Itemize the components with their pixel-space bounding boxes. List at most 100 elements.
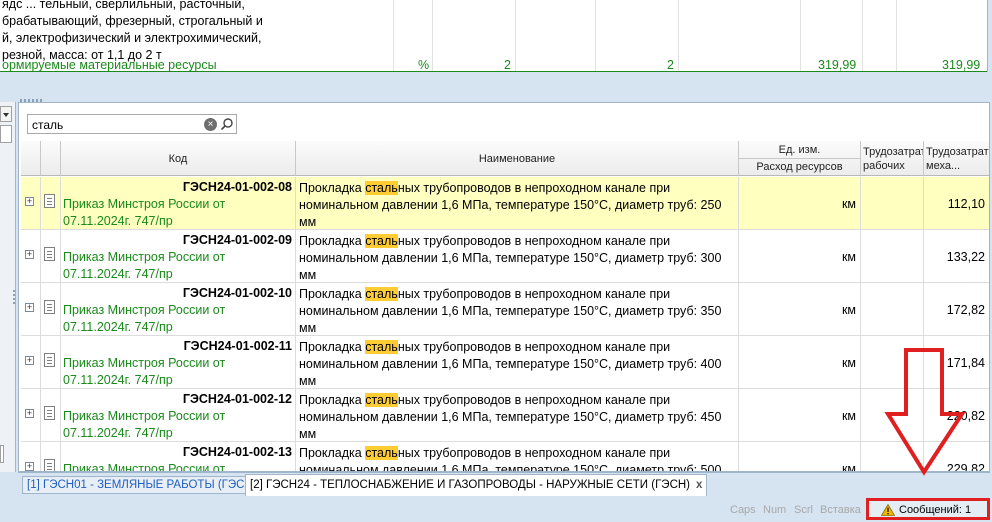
warning-icon bbox=[881, 504, 895, 516]
expand-icon[interactable]: + bbox=[25, 462, 34, 471]
labor-workers-cell[interactable] bbox=[861, 283, 924, 336]
table-row[interactable]: + ГЭСН24-01-002-11 Приказ Минстроя Росси… bbox=[21, 336, 989, 389]
expand-cell[interactable]: + bbox=[21, 230, 41, 283]
left-dropdown-button[interactable] bbox=[0, 106, 12, 122]
row-order: Приказ Минстроя России от 07.11.2024г. 7… bbox=[63, 356, 226, 387]
labor-mach-cell[interactable]: 133,22 bbox=[924, 230, 989, 283]
labor-mach-cell[interactable]: 112,10 bbox=[924, 177, 989, 230]
table-row[interactable]: + ГЭСН24-01-002-09 Приказ Минстроя Росси… bbox=[21, 230, 989, 283]
name-cell[interactable]: Прокладка стальных трубопроводов в непро… bbox=[296, 177, 739, 230]
code-cell[interactable]: ГЭСН24-01-002-09 Приказ Минстроя России … bbox=[61, 230, 296, 283]
labor-mach-cell[interactable]: 229,82 bbox=[924, 442, 989, 471]
tab-gesn24[interactable]: [2] ГЭСН24 - ТЕПЛОСНАБЖЕНИЕ И ГАЗОПРОВОД… bbox=[245, 474, 708, 496]
code-cell[interactable]: ГЭСН24-01-002-13 Приказ Минстроя России … bbox=[61, 442, 296, 471]
expand-cell[interactable]: + bbox=[21, 389, 41, 442]
document-icon bbox=[44, 406, 55, 420]
doc-cell bbox=[41, 177, 61, 230]
unit-cell[interactable]: км bbox=[739, 283, 861, 336]
name-cell[interactable]: Прокладка стальных трубопроводов в непро… bbox=[296, 283, 739, 336]
expand-icon[interactable]: + bbox=[25, 303, 34, 312]
search-highlight: сталь bbox=[365, 181, 398, 195]
doc-cell bbox=[41, 283, 61, 336]
header-labor-mach[interactable]: Трудозатраты меха... bbox=[924, 141, 989, 176]
table-row[interactable]: + ГЭСН24-01-002-12 Приказ Минстроя Росси… bbox=[21, 389, 989, 442]
labor-mach-cell[interactable]: 171,84 bbox=[924, 336, 989, 389]
row-code: ГЭСН24-01-002-13 bbox=[182, 445, 292, 459]
name-cell[interactable]: Прокладка стальных трубопроводов в непро… bbox=[296, 336, 739, 389]
expand-icon[interactable]: + bbox=[25, 197, 34, 206]
doc-cell bbox=[41, 230, 61, 283]
name-cell[interactable]: Прокладка стальных трубопроводов в непро… bbox=[296, 230, 739, 283]
code-cell[interactable]: ГЭСН24-01-002-11 Приказ Минстроя России … bbox=[61, 336, 296, 389]
table-row[interactable]: + ГЭСН24-01-002-13 Приказ Минстроя Росси… bbox=[21, 442, 989, 471]
grid-header: Код Наименование Ед. изм. Расход ресурсо… bbox=[21, 141, 989, 176]
panel-resize-grip[interactable] bbox=[13, 290, 15, 304]
row-value: 171,84 bbox=[946, 356, 985, 370]
row-name: Прокладка стальных трубопроводов в непро… bbox=[299, 393, 722, 441]
labor-workers-cell[interactable] bbox=[861, 336, 924, 389]
search-results-panel: сталь × Код Наименование Ед. изм. Расход… bbox=[18, 102, 990, 472]
name-cell[interactable]: Прокладка стальных трубопроводов в непро… bbox=[296, 442, 739, 471]
document-icon bbox=[44, 194, 55, 208]
close-icon[interactable]: x bbox=[696, 479, 702, 491]
name-cell[interactable]: Прокладка стальных трубопроводов в непро… bbox=[296, 389, 739, 442]
labor-workers-cell[interactable] bbox=[861, 230, 924, 283]
table-row[interactable]: + ГЭСН24-01-002-10 Приказ Минстроя Росси… bbox=[21, 283, 989, 336]
header-name[interactable]: Наименование bbox=[296, 141, 739, 176]
labor-workers-cell[interactable] bbox=[861, 177, 924, 230]
labor-mach-cell[interactable]: 172,82 bbox=[924, 283, 989, 336]
code-cell[interactable]: ГЭСН24-01-002-08 Приказ Минстроя России … bbox=[61, 177, 296, 230]
left-button[interactable] bbox=[0, 445, 4, 463]
unit-cell[interactable]: км bbox=[739, 177, 861, 230]
row-code: ГЭСН24-01-002-09 bbox=[182, 233, 292, 247]
header-expand[interactable] bbox=[21, 141, 41, 176]
unit-cell[interactable]: км bbox=[739, 442, 861, 471]
search-icon[interactable] bbox=[220, 117, 234, 131]
messages-indicator[interactable]: Сообщений: 1 bbox=[866, 498, 990, 520]
document-icon bbox=[44, 300, 55, 314]
top-desc-line: ядс ... тельный, сверлильный, расточный, bbox=[2, 0, 245, 11]
left-input[interactable] bbox=[0, 125, 12, 143]
search-input[interactable]: сталь × bbox=[27, 114, 237, 134]
expand-icon[interactable]: + bbox=[25, 250, 34, 259]
header-unit[interactable]: Ед. изм. Расход ресурсов bbox=[739, 141, 861, 176]
header-icon[interactable] bbox=[41, 141, 61, 176]
code-cell[interactable]: ГЭСН24-01-002-12 Приказ Минстроя России … bbox=[61, 389, 296, 442]
row-order: Приказ Минстроя России от 07.11.2024г. 7… bbox=[63, 303, 226, 334]
document-icon bbox=[44, 459, 55, 471]
clear-icon[interactable]: × bbox=[204, 118, 217, 131]
expand-cell[interactable]: + bbox=[21, 283, 41, 336]
splitter[interactable] bbox=[0, 72, 992, 102]
num-indicator: Num bbox=[763, 504, 787, 516]
header-code[interactable]: Код bbox=[61, 141, 296, 176]
top-desc-line: й, электрофизический и электрохимический… bbox=[2, 31, 262, 45]
unit-cell[interactable]: км bbox=[739, 230, 861, 283]
row-code: ГЭСН24-01-002-10 bbox=[182, 286, 292, 300]
header-unit-top: Ед. изм. bbox=[778, 144, 821, 156]
table-row[interactable]: + ГЭСН24-01-002-08 Приказ Минстроя Росси… bbox=[21, 177, 989, 230]
row-order: Приказ Минстроя России от 07.11.2024г. 7… bbox=[63, 197, 226, 228]
expand-icon[interactable]: + bbox=[25, 356, 34, 365]
tab-gesn01[interactable]: [1] ГЭСН01 - ЗЕМЛЯНЫЕ РАБОТЫ (ГЭСН) bbox=[22, 476, 262, 494]
labor-workers-cell[interactable] bbox=[861, 442, 924, 471]
expand-cell[interactable]: + bbox=[21, 336, 41, 389]
top-table: ядс ... тельный, сверлильный, расточный,… bbox=[0, 0, 988, 72]
unit-cell[interactable]: км bbox=[739, 389, 861, 442]
row-unit: км bbox=[841, 356, 856, 370]
header-labor-workers[interactable]: Трудозатраты рабочих bbox=[861, 141, 924, 176]
code-cell[interactable]: ГЭСН24-01-002-10 Приказ Минстроя России … bbox=[61, 283, 296, 336]
unit-cell[interactable]: км bbox=[739, 336, 861, 389]
labor-mach-cell[interactable]: 220,82 bbox=[924, 389, 989, 442]
tab-gesn24-label: [2] ГЭСН24 - ТЕПЛОСНАБЖЕНИЕ И ГАЗОПРОВОД… bbox=[250, 479, 691, 491]
total-unit: % bbox=[418, 58, 430, 72]
labor-workers-cell[interactable] bbox=[861, 389, 924, 442]
row-value: 229,82 bbox=[946, 462, 985, 471]
row-name: Прокладка стальных трубопроводов в непро… bbox=[299, 234, 722, 282]
row-unit: км bbox=[841, 409, 856, 423]
row-unit: км bbox=[841, 197, 856, 211]
row-code: ГЭСН24-01-002-12 bbox=[182, 392, 292, 406]
expand-icon[interactable]: + bbox=[25, 409, 34, 418]
expand-cell[interactable]: + bbox=[21, 442, 41, 471]
top-total-row[interactable]: ормируемые материальные ресурсы % 2 2 31… bbox=[0, 56, 987, 72]
expand-cell[interactable]: + bbox=[21, 177, 41, 230]
